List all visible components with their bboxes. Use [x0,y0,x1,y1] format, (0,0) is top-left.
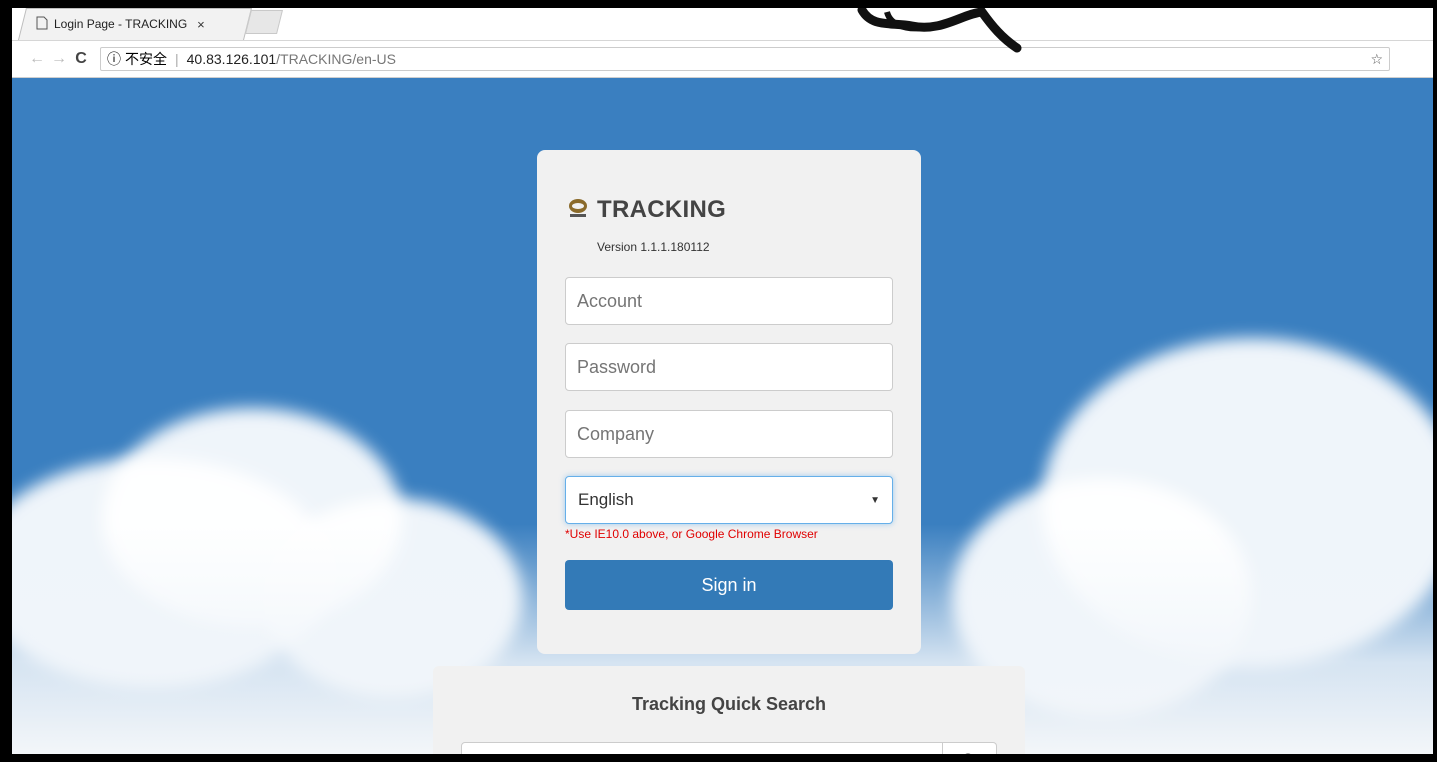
tab-title: Login Page - TRACKING [54,17,188,31]
quick-search-input[interactable] [461,742,943,754]
brand: TRACKING [567,196,726,224]
screen-frame: Login Page - TRACKING × ← → C ⓘ 不安全 | 40… [12,8,1433,754]
password-input[interactable] [565,343,893,391]
logo-icon [567,197,589,224]
login-page: TRACKING Version 1.1.1.180112 English ▼ … [12,78,1433,754]
address-bar[interactable]: ⓘ 不安全 | 40.83.126.101 /TRACKING/en-US ☆ [100,47,1390,71]
annotation-scribble [857,8,1022,53]
close-tab-icon[interactable]: × [197,17,205,32]
new-tab-button[interactable] [245,10,283,34]
dropdown-caret-icon: ▼ [870,494,880,506]
forward-icon[interactable]: → [48,50,70,68]
search-icon [965,753,970,754]
language-select[interactable]: English ▼ [565,476,893,524]
account-input[interactable] [565,277,893,325]
language-value: English [578,490,634,509]
url-separator: | [175,51,179,67]
url-host: 40.83.126.101 [186,51,277,67]
company-input[interactable] [565,410,893,458]
search-button[interactable] [943,742,997,754]
version-label: Version 1.1.1.180112 [597,240,710,254]
url-path: /TRACKING/en-US [276,51,396,67]
browser-toolbar: ← → C ⓘ 不安全 | 40.83.126.101 /TRACKING/en… [12,41,1433,78]
reload-icon[interactable]: C [70,50,92,68]
brand-title: TRACKING [597,196,727,223]
tab-strip: Login Page - TRACKING × [12,8,1433,41]
security-label: 不安全 [125,51,167,67]
bookmark-star-icon[interactable]: ☆ [1370,51,1383,68]
quick-search-card: Tracking Quick Search [433,666,1025,754]
browser-tab[interactable]: Login Page - TRACKING × [36,8,236,40]
page-icon [36,16,48,33]
back-icon[interactable]: ← [26,50,48,68]
quick-search-title: Tracking Quick Search [631,694,827,714]
sign-in-button[interactable]: Sign in [565,560,893,610]
browser-note: *Use IE10.0 above, or Google Chrome Brow… [565,527,818,541]
info-icon[interactable]: ⓘ [107,49,121,69]
login-card: TRACKING Version 1.1.1.180112 English ▼ … [537,150,921,654]
